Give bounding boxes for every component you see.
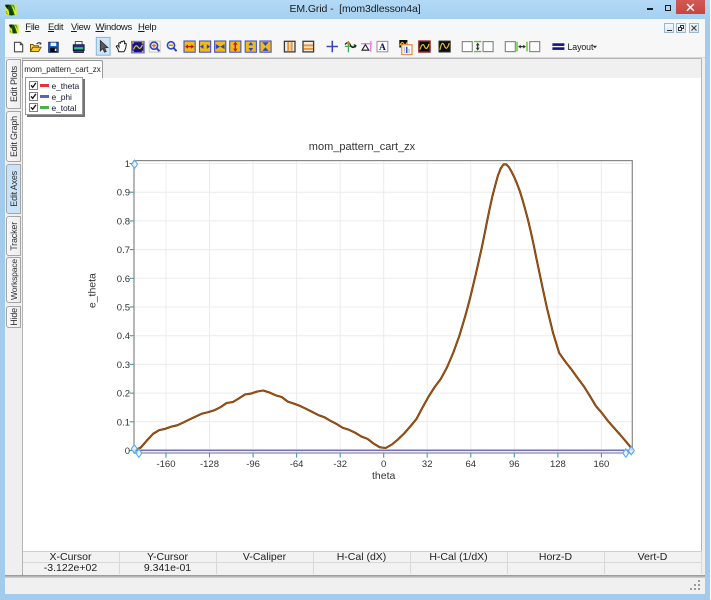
svg-text:160: 160: [593, 459, 609, 470]
svg-text:-128: -128: [200, 459, 219, 470]
svg-text:0: 0: [125, 446, 130, 457]
svg-text:0.3: 0.3: [117, 360, 130, 371]
svg-text:0.1: 0.1: [117, 417, 130, 428]
svg-text:-96: -96: [246, 459, 260, 470]
svg-text:-160: -160: [156, 459, 175, 470]
svg-text:mom_pattern_cart_zx: mom_pattern_cart_zx: [309, 141, 416, 153]
svg-text:64: 64: [466, 459, 477, 470]
svg-text:-64: -64: [290, 459, 304, 470]
svg-text:0: 0: [381, 459, 386, 470]
svg-text:0.7: 0.7: [117, 245, 130, 256]
svg-text:128: 128: [550, 459, 566, 470]
svg-text:96: 96: [509, 459, 520, 470]
svg-text:0.4: 0.4: [117, 331, 130, 342]
svg-text:0.9: 0.9: [117, 188, 130, 199]
svg-text:0.8: 0.8: [117, 216, 130, 227]
svg-text:theta: theta: [372, 470, 396, 482]
svg-text:1: 1: [125, 159, 130, 170]
svg-text:32: 32: [422, 459, 433, 470]
svg-text:-32: -32: [333, 459, 347, 470]
svg-text:0.6: 0.6: [117, 274, 130, 285]
svg-text:0.5: 0.5: [117, 303, 130, 314]
svg-text:e_theta: e_theta: [87, 273, 99, 308]
svg-text:0.2: 0.2: [117, 389, 130, 400]
